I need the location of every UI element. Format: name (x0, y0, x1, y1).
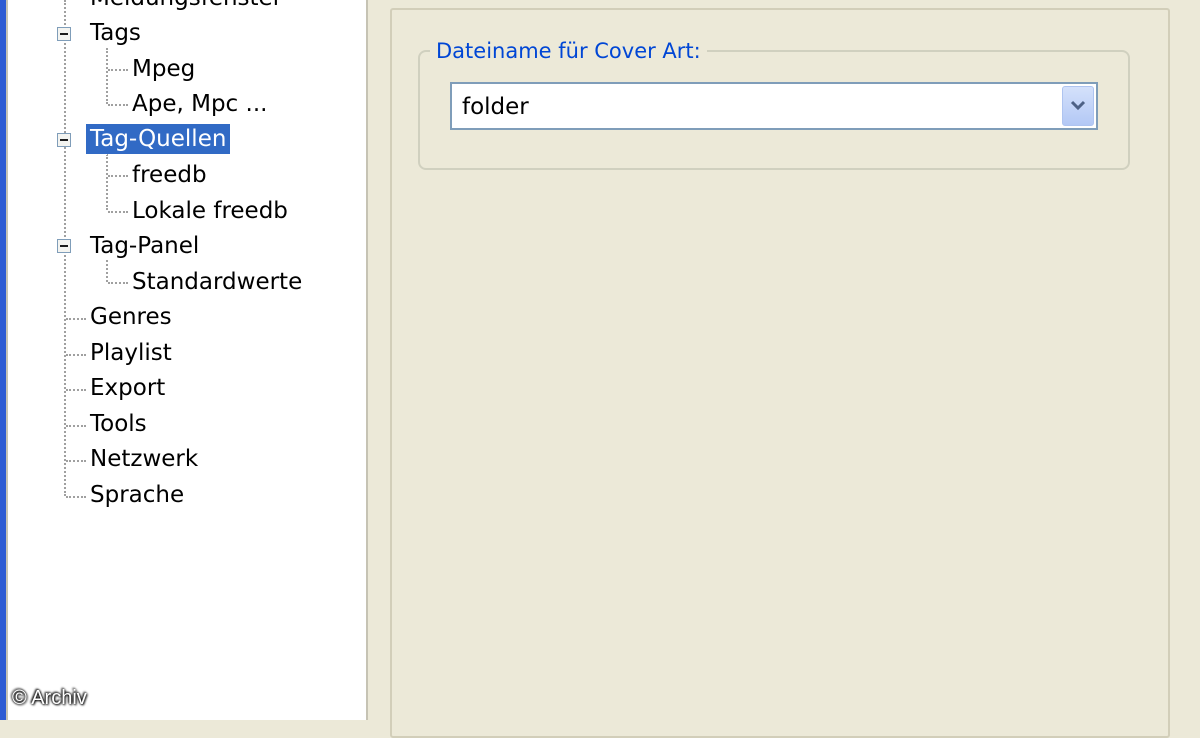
tree-item-freedb[interactable]: freedb (128, 160, 211, 190)
tree-connector (108, 211, 128, 213)
tree-connector (108, 175, 128, 177)
tree-item-tags[interactable]: Tags (86, 18, 145, 48)
tree-item-standardwerte[interactable]: Standardwerte (128, 267, 306, 297)
tree-item-ape-mpc[interactable]: Ape, Mpc ... (128, 89, 271, 119)
tree-connector (66, 425, 86, 427)
collapse-tag-panel-icon[interactable] (57, 239, 71, 253)
tree-item-sprache[interactable]: Sprache (86, 480, 188, 510)
tree-connector (108, 282, 128, 284)
tree-connector (66, 354, 86, 356)
tree-connector (66, 496, 86, 498)
tree-item-tag-panel[interactable]: Tag-Panel (86, 231, 203, 261)
tree-connector (66, 389, 86, 391)
tree-connector (66, 318, 86, 320)
tree-item-mpeg[interactable]: Mpeg (128, 54, 199, 84)
settings-tree[interactable]: Meldungsfenster Tags Mpeg Ape, Mpc ... T… (6, 0, 368, 720)
tree-item-lokale-freedb[interactable]: Lokale freedb (128, 196, 292, 226)
cover-art-group-label: Dateiname für Cover Art: (430, 36, 707, 66)
tree-connector (66, 460, 86, 462)
tree-connector (106, 260, 108, 282)
tree-item-genres[interactable]: Genres (86, 302, 176, 332)
cover-art-filename-value: folder (462, 94, 529, 120)
cover-art-filename-dropdown[interactable]: folder (450, 82, 1098, 130)
tree-item-tools[interactable]: Tools (86, 409, 151, 439)
tree-connector (106, 48, 108, 104)
dropdown-button[interactable] (1062, 86, 1094, 126)
tree-item-tag-quellen[interactable]: Tag-Quellen (84, 123, 232, 155)
tree-item-netzwerk[interactable]: Netzwerk (86, 444, 202, 474)
tree-item-meldungsfenster[interactable]: Meldungsfenster (86, 0, 286, 13)
collapse-tags-icon[interactable] (57, 27, 71, 41)
tree-item-playlist[interactable]: Playlist (86, 338, 176, 368)
collapse-tag-quellen-icon[interactable] (57, 133, 71, 147)
tree-connector (108, 104, 128, 106)
tree-item-export[interactable]: Export (86, 373, 169, 403)
chevron-down-icon (1070, 100, 1086, 111)
settings-page: Dateiname für Cover Art: folder (368, 0, 1200, 738)
copyright-watermark: © Archiv (12, 687, 87, 709)
tree-connector (106, 154, 108, 210)
tree-connector (108, 69, 128, 71)
